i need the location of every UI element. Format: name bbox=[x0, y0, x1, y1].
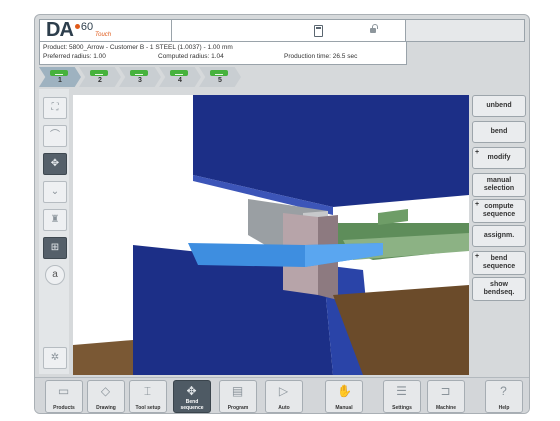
nav-products[interactable]: ▭ Products bbox=[45, 380, 83, 413]
nav-drawing[interactable]: ◇ Drawing bbox=[87, 380, 125, 413]
button-label: manual selection bbox=[483, 177, 515, 192]
folder-icon: ▭ bbox=[57, 384, 70, 398]
hand-icon: ✋ bbox=[337, 384, 352, 398]
step-indicator-icon bbox=[50, 70, 68, 76]
floor-left bbox=[73, 340, 133, 375]
nav-label: Products bbox=[53, 404, 75, 411]
nav-label: Settings bbox=[392, 404, 412, 411]
nav-settings[interactable]: ☰ Settings bbox=[383, 380, 421, 413]
logo-number: 60 bbox=[80, 20, 94, 33]
calculator-icon[interactable] bbox=[314, 25, 323, 37]
bend-step-tabs: 1 2 3 4 5 bbox=[39, 67, 339, 87]
tool-icon[interactable]: ♜ bbox=[43, 209, 67, 231]
nav-label: Manual bbox=[335, 404, 353, 411]
help-icon: ? bbox=[500, 384, 507, 398]
backgauge-block bbox=[378, 209, 408, 225]
nav-label: Bend sequence bbox=[180, 399, 204, 411]
button-label: unbend bbox=[486, 102, 512, 109]
bend-sequence-icon: ✥ bbox=[186, 384, 197, 398]
play-icon: ▷ bbox=[278, 384, 289, 398]
settings-icon: ☰ bbox=[396, 384, 407, 398]
bend-sequence-button[interactable]: + bend sequence bbox=[472, 251, 526, 275]
product-info-bar: Product: 5800_Arrow - Customer B - 1 STE… bbox=[39, 41, 407, 65]
step-indicator-icon bbox=[130, 70, 148, 76]
tab-label: 1 bbox=[58, 77, 62, 84]
show-bendseq-button[interactable]: show bendseq. bbox=[472, 277, 526, 301]
production-time: Production time: 26.5 sec bbox=[284, 53, 358, 60]
button-label: bend bbox=[490, 128, 508, 135]
tab-label: 4 bbox=[178, 77, 182, 84]
logo: DA 60 Touch bbox=[39, 19, 173, 42]
bend-view-icon[interactable]: ⊞ bbox=[43, 237, 67, 259]
button-label: show bendseq. bbox=[483, 281, 515, 296]
plus-icon: + bbox=[475, 201, 480, 208]
logo-subtitle: Touch bbox=[95, 32, 112, 38]
nav-label: Program bbox=[227, 404, 249, 411]
tab-step-1[interactable]: 1 bbox=[39, 67, 81, 87]
nav-label: Auto bbox=[278, 404, 290, 411]
nav-label: Tool setup bbox=[135, 404, 161, 411]
nav-help[interactable]: ? Help bbox=[485, 380, 523, 413]
tab-step-5[interactable]: 5 bbox=[199, 67, 241, 87]
computed-radius: Computed radius: 1.04 bbox=[158, 53, 224, 60]
step-indicator-icon bbox=[210, 70, 228, 76]
step-indicator-icon bbox=[170, 70, 188, 76]
settings-pin-icon[interactable]: ✲ bbox=[43, 347, 67, 369]
tab-label: 5 bbox=[218, 77, 222, 84]
button-label: assignm. bbox=[483, 232, 515, 239]
header-status-area bbox=[171, 19, 406, 42]
nav-machine[interactable]: ⊐ Machine bbox=[427, 380, 465, 413]
nav-label: Machine bbox=[435, 404, 456, 411]
step-indicator-icon bbox=[90, 70, 108, 76]
rotate-icon[interactable]: ⌒ bbox=[43, 125, 67, 147]
button-label: bend sequence bbox=[482, 255, 516, 270]
nav-tool-setup[interactable]: ⌶ Tool setup bbox=[129, 380, 167, 413]
button-label: compute sequence bbox=[482, 203, 516, 218]
logo-dot bbox=[74, 24, 80, 29]
tab-label: 2 bbox=[98, 77, 102, 84]
lock-icon[interactable] bbox=[370, 24, 378, 33]
nav-bend-sequence[interactable]: ✥ Bend sequence bbox=[173, 380, 211, 413]
logo-da: DA bbox=[46, 19, 74, 41]
chevron-down-icon[interactable]: ⌄ bbox=[43, 181, 67, 203]
press-brake-scene bbox=[73, 95, 469, 375]
nav-auto[interactable]: ▷ Auto bbox=[265, 380, 303, 413]
nav-manual[interactable]: ✋ Manual bbox=[325, 380, 363, 413]
view-3d-icon[interactable]: ✥ bbox=[43, 153, 67, 175]
tab-step-4[interactable]: 4 bbox=[159, 67, 201, 87]
zoom-fit-icon[interactable]: ⛶ bbox=[43, 97, 67, 119]
preferred-radius: Preferred radius: 1.00 bbox=[43, 53, 106, 60]
3d-viewport[interactable] bbox=[73, 95, 469, 375]
unbend-button[interactable]: unbend bbox=[472, 95, 526, 117]
tab-step-3[interactable]: 3 bbox=[119, 67, 161, 87]
nav-label: Help bbox=[498, 404, 510, 411]
annotation-a-icon[interactable]: a bbox=[45, 265, 65, 285]
assignment-button[interactable]: assignm. bbox=[472, 225, 526, 247]
button-label: modify bbox=[487, 154, 511, 161]
machine-icon: ⊐ bbox=[440, 384, 451, 398]
app-window: DA 60 Touch Product: 5800_Arrow - Custom… bbox=[34, 14, 530, 414]
plus-icon: + bbox=[475, 253, 480, 260]
tab-label: 3 bbox=[138, 77, 142, 84]
bend-button[interactable]: bend bbox=[472, 121, 526, 143]
header-right-panel bbox=[405, 19, 525, 42]
drawing-icon: ◇ bbox=[100, 384, 111, 398]
modify-button[interactable]: + modify bbox=[472, 147, 526, 169]
manual-selection-button[interactable]: manual selection bbox=[472, 173, 526, 197]
plus-icon: + bbox=[475, 149, 480, 156]
nav-label: Drawing bbox=[96, 404, 116, 411]
view-tool-column: ⛶ ⌒ ✥ ⌄ ♜ ⊞ a ✲ bbox=[39, 89, 69, 374]
compute-sequence-button[interactable]: + compute sequence bbox=[472, 199, 526, 223]
product-line: Product: 5800_Arrow - Customer B - 1 STE… bbox=[43, 44, 233, 51]
tab-step-2[interactable]: 2 bbox=[79, 67, 121, 87]
tool-setup-icon: ⌶ bbox=[143, 384, 152, 398]
program-icon: ▤ bbox=[231, 384, 244, 398]
sheet-metal-flange bbox=[305, 243, 383, 267]
nav-program[interactable]: ▤ Program bbox=[219, 380, 257, 413]
bottom-navigation: ▭ Products ◇ Drawing ⌶ Tool setup ✥ Bend… bbox=[35, 377, 529, 413]
